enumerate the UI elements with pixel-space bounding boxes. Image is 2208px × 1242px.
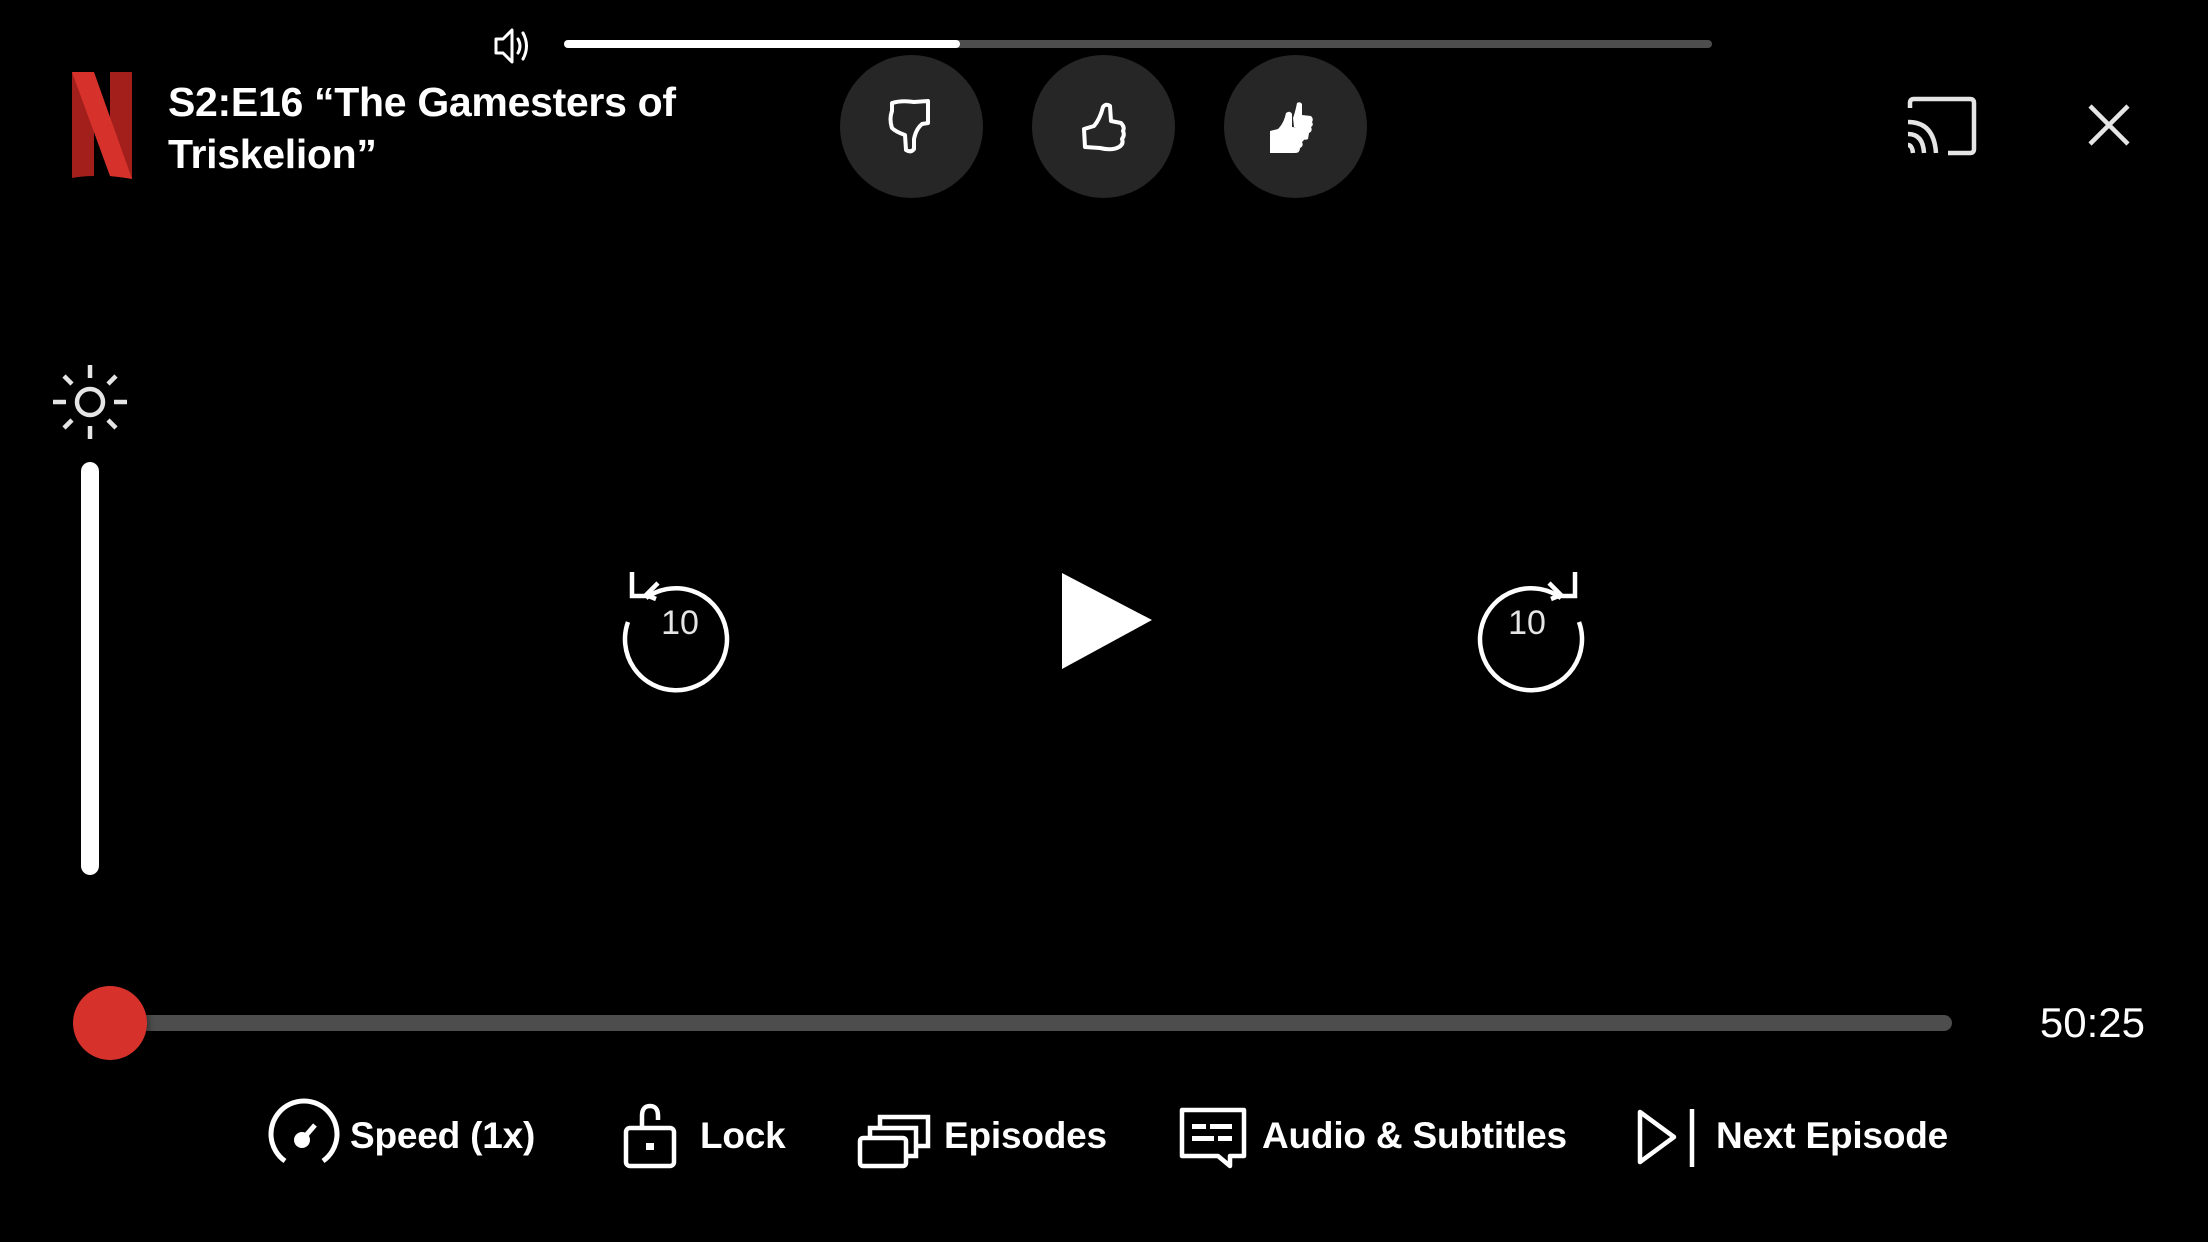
speed-label: Speed (1x) — [350, 1115, 536, 1156]
lock-button[interactable]: Lock — [612, 1098, 786, 1174]
sun-icon — [52, 364, 128, 440]
subtitles-speech-bubble-icon — [1174, 1098, 1250, 1174]
episode-title: S2:E16 “The Gamesters of Triskelion” — [168, 79, 676, 177]
speedometer-icon — [266, 1098, 342, 1174]
cast-icon — [1907, 96, 1977, 156]
audio-subtitles-button[interactable]: Audio & Subtitles — [1174, 1098, 1567, 1174]
cast-button[interactable] — [1904, 94, 1978, 158]
volume-slider[interactable] — [564, 40, 1712, 48]
close-button[interactable] — [2084, 100, 2134, 150]
forward-seconds-label: 10 — [1508, 603, 1546, 642]
thumbs-up-icon — [1081, 102, 1126, 151]
thumbs-down-icon — [888, 98, 930, 153]
thumbs-down-button[interactable] — [840, 55, 983, 198]
playback-scrubber-handle[interactable] — [73, 986, 147, 1060]
time-remaining: 50:25 — [2039, 999, 2145, 1046]
unlocked-padlock-icon — [612, 1098, 688, 1174]
episodes-stack-icon — [856, 1098, 932, 1174]
speed-button[interactable]: Speed (1x) — [266, 1098, 535, 1174]
play-button[interactable] — [1055, 565, 1160, 677]
next-episode-icon — [1630, 1098, 1706, 1174]
audio-subtitles-label: Audio & Subtitles — [1262, 1115, 1567, 1156]
brightness-slider[interactable] — [81, 462, 99, 875]
episodes-button[interactable]: Episodes — [856, 1098, 1107, 1174]
netflix-logo — [72, 72, 132, 179]
close-icon — [2088, 104, 2130, 146]
thumbs-up-button[interactable] — [1032, 55, 1175, 198]
double-thumbs-up-icon — [1269, 101, 1313, 153]
lock-label: Lock — [700, 1115, 786, 1156]
forward-10-button[interactable]: 10 — [1465, 560, 1589, 693]
next-episode-label: Next Episode — [1716, 1115, 1948, 1156]
playback-progress-bar[interactable] — [110, 1015, 1952, 1031]
rewind-seconds-label: 10 — [661, 603, 699, 642]
play-icon — [1062, 573, 1152, 669]
love-this-button[interactable] — [1224, 55, 1367, 198]
brightness-slider-fill — [81, 462, 99, 875]
volume-icon[interactable] — [493, 24, 533, 68]
rewind-10-button[interactable]: 10 — [618, 560, 742, 693]
volume-slider-fill — [564, 40, 961, 48]
episodes-label: Episodes — [944, 1115, 1107, 1156]
next-episode-button[interactable]: Next Episode — [1630, 1098, 1948, 1174]
